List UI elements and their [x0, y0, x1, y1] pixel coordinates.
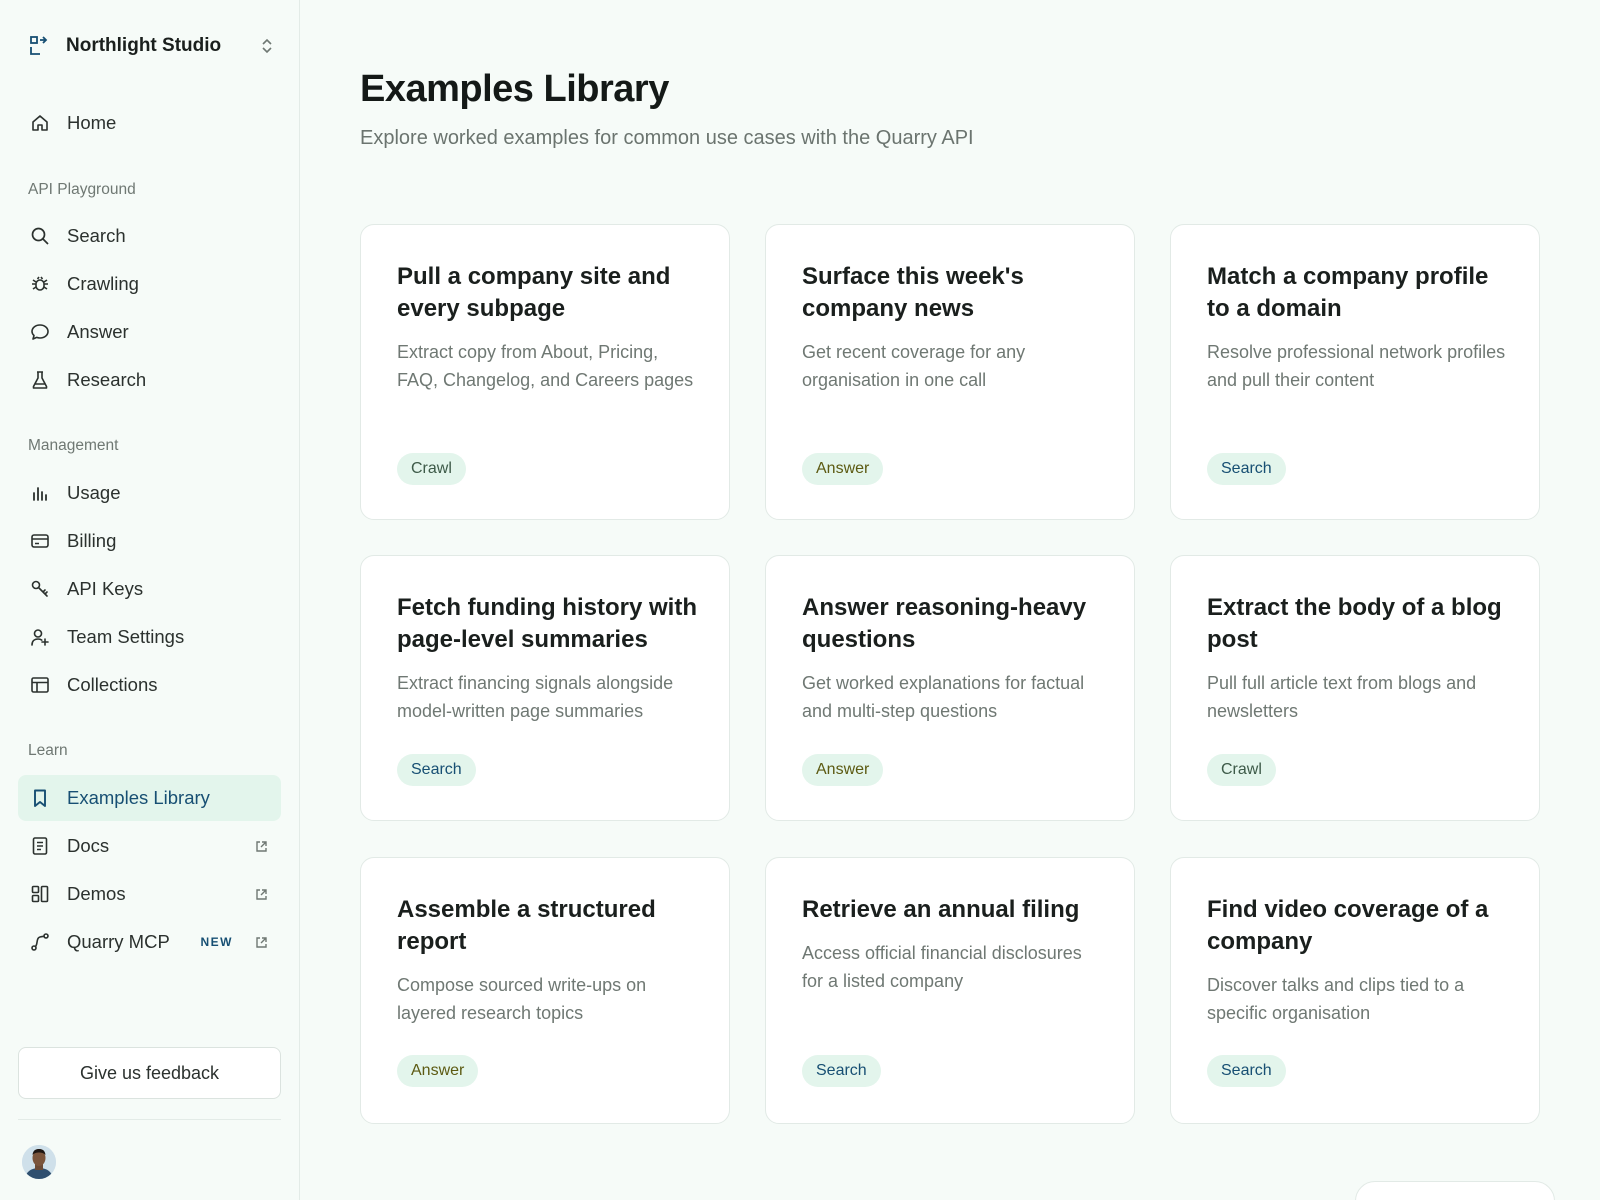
sidebar-item-label: Billing [67, 530, 117, 551]
sidebar-item-label: Examples Library [67, 787, 210, 808]
sidebar-item-label: Demos [67, 883, 126, 904]
user-plus-icon [29, 626, 51, 648]
external-link-icon [255, 839, 269, 853]
card-title: Retrieve an annual filing [802, 896, 1080, 923]
sidebar-item-api-keys[interactable]: API Keys [18, 566, 281, 612]
card-title: Pull a company site and every subpage [397, 263, 671, 322]
card-description: Discover talks and clips tied to a speci… [1207, 975, 1465, 1023]
section-label-management: Management [28, 437, 119, 454]
sidebar-item-quarry-mcp[interactable]: Quarry MCP NEW [18, 919, 281, 965]
card-title: Surface this week's company news [802, 263, 1024, 322]
card-tag: Search [1207, 453, 1286, 485]
example-card[interactable]: Pull a company site and every subpage Ex… [360, 224, 730, 520]
section-label-playground: API Playground [28, 181, 136, 198]
page-title: Examples Library [360, 68, 669, 110]
card-description: Get worked explanations for factual and … [802, 673, 1085, 721]
logo-icon [28, 34, 52, 58]
card-description: Access official financial disclosures fo… [802, 943, 1082, 991]
sidebar-item-crawling[interactable]: Crawling [18, 261, 281, 307]
card-tag: Search [397, 754, 476, 786]
card-tag: Search [1207, 1055, 1286, 1087]
credit-card-icon [29, 530, 51, 552]
floating-widget[interactable] [1355, 1181, 1555, 1200]
example-card[interactable]: Match a company profile to a domain Reso… [1170, 224, 1540, 520]
sidebar-item-label: Quarry MCP [67, 931, 170, 952]
sidebar-item-label: Search [67, 225, 126, 246]
example-card[interactable]: Retrieve an annual filing Access officia… [765, 857, 1135, 1124]
bookmark-icon [29, 787, 51, 809]
card-tag: Answer [802, 453, 884, 485]
card-description: Compose sourced write-ups on layered res… [397, 975, 647, 1023]
example-card[interactable]: Surface this week's company news Get rec… [765, 224, 1135, 520]
card-tag: Crawl [397, 453, 466, 485]
example-card[interactable]: Extract the body of a blog post Pull ful… [1170, 555, 1540, 821]
card-title: Find video coverage of a company [1207, 896, 1489, 955]
card-tag: Answer [397, 1055, 479, 1087]
bug-icon [29, 273, 51, 295]
card-title: Match a company profile to a domain [1207, 263, 1489, 322]
sidebar-item-label: API Keys [67, 578, 144, 599]
card-description: Extract financing signals alongside mode… [397, 673, 674, 721]
example-card[interactable]: Assemble a structured report Compose sou… [360, 857, 730, 1124]
card-title: Extract the body of a blog post [1207, 594, 1502, 653]
sidebar-item-label: Collections [67, 674, 158, 695]
sidebar-item-billing[interactable]: Billing [18, 518, 281, 564]
example-card[interactable]: Fetch funding history with page-level su… [360, 555, 730, 821]
sidebar-item-docs[interactable]: Docs [18, 823, 281, 869]
section-label-learn: Learn [28, 742, 68, 759]
sidebar-item-collections[interactable]: Collections [18, 662, 281, 708]
search-icon [29, 225, 51, 247]
example-card[interactable]: Find video coverage of a company Discove… [1170, 857, 1540, 1124]
key-icon [29, 578, 51, 600]
table-icon [29, 674, 51, 696]
sidebar-item-label: Usage [67, 482, 121, 503]
sidebar-item-label: Team Settings [67, 626, 185, 647]
card-description: Pull full article text from blogs and ne… [1207, 673, 1477, 721]
sidebar: Northlight Studio Home API Playground Se… [0, 0, 300, 1200]
external-link-icon [255, 887, 269, 901]
new-badge: NEW [200, 935, 233, 949]
sidebar-item-team-settings[interactable]: Team Settings [18, 614, 281, 660]
sidebar-item-label: Crawling [67, 273, 139, 294]
avatar[interactable] [22, 1145, 56, 1179]
feedback-button[interactable]: Give us feedback [18, 1047, 281, 1099]
sidebar-item-label: Answer [67, 321, 129, 342]
route-icon [29, 931, 51, 953]
sidebar-item-label: Docs [67, 835, 110, 856]
card-title: Answer reasoning-heavy questions [802, 594, 1087, 653]
sidebar-item-usage[interactable]: Usage [18, 470, 281, 516]
workspace-name: Northlight Studio [66, 35, 222, 56]
chat-bubble-icon [29, 321, 51, 343]
document-icon [29, 835, 51, 857]
card-description: Get recent coverage for any organisation… [802, 342, 1026, 390]
page-subtitle: Explore worked examples for common use c… [360, 127, 974, 149]
card-tag: Crawl [1207, 754, 1276, 786]
workspace-switcher[interactable]: Northlight Studio [28, 30, 276, 62]
sidebar-item-home[interactable]: Home [18, 100, 281, 146]
external-link-icon [255, 935, 269, 949]
card-description: Extract copy from About, Pricing, FAQ, C… [397, 342, 694, 390]
layout-icon [29, 883, 51, 905]
bar-chart-icon [29, 482, 51, 504]
home-icon [29, 112, 51, 134]
card-description: Resolve professional network profiles an… [1207, 342, 1506, 390]
sidebar-item-demos[interactable]: Demos [18, 871, 281, 917]
sidebar-item-search[interactable]: Search [18, 213, 281, 259]
flask-icon [29, 369, 51, 391]
sidebar-item-research[interactable]: Research [18, 357, 281, 403]
card-tag: Answer [802, 754, 884, 786]
card-title: Assemble a structured report [397, 896, 656, 955]
example-card[interactable]: Answer reasoning-heavy questions Get wor… [765, 555, 1135, 821]
sidebar-item-label: Home [67, 112, 117, 133]
card-title: Fetch funding history with page-level su… [397, 594, 697, 653]
sidebar-item-label: Research [67, 369, 147, 390]
sidebar-item-answer[interactable]: Answer [18, 309, 281, 355]
chevron-updown-icon [260, 38, 276, 54]
card-tag: Search [802, 1055, 881, 1087]
sidebar-item-examples-library[interactable]: Examples Library [18, 775, 281, 821]
sidebar-divider [18, 1119, 281, 1120]
